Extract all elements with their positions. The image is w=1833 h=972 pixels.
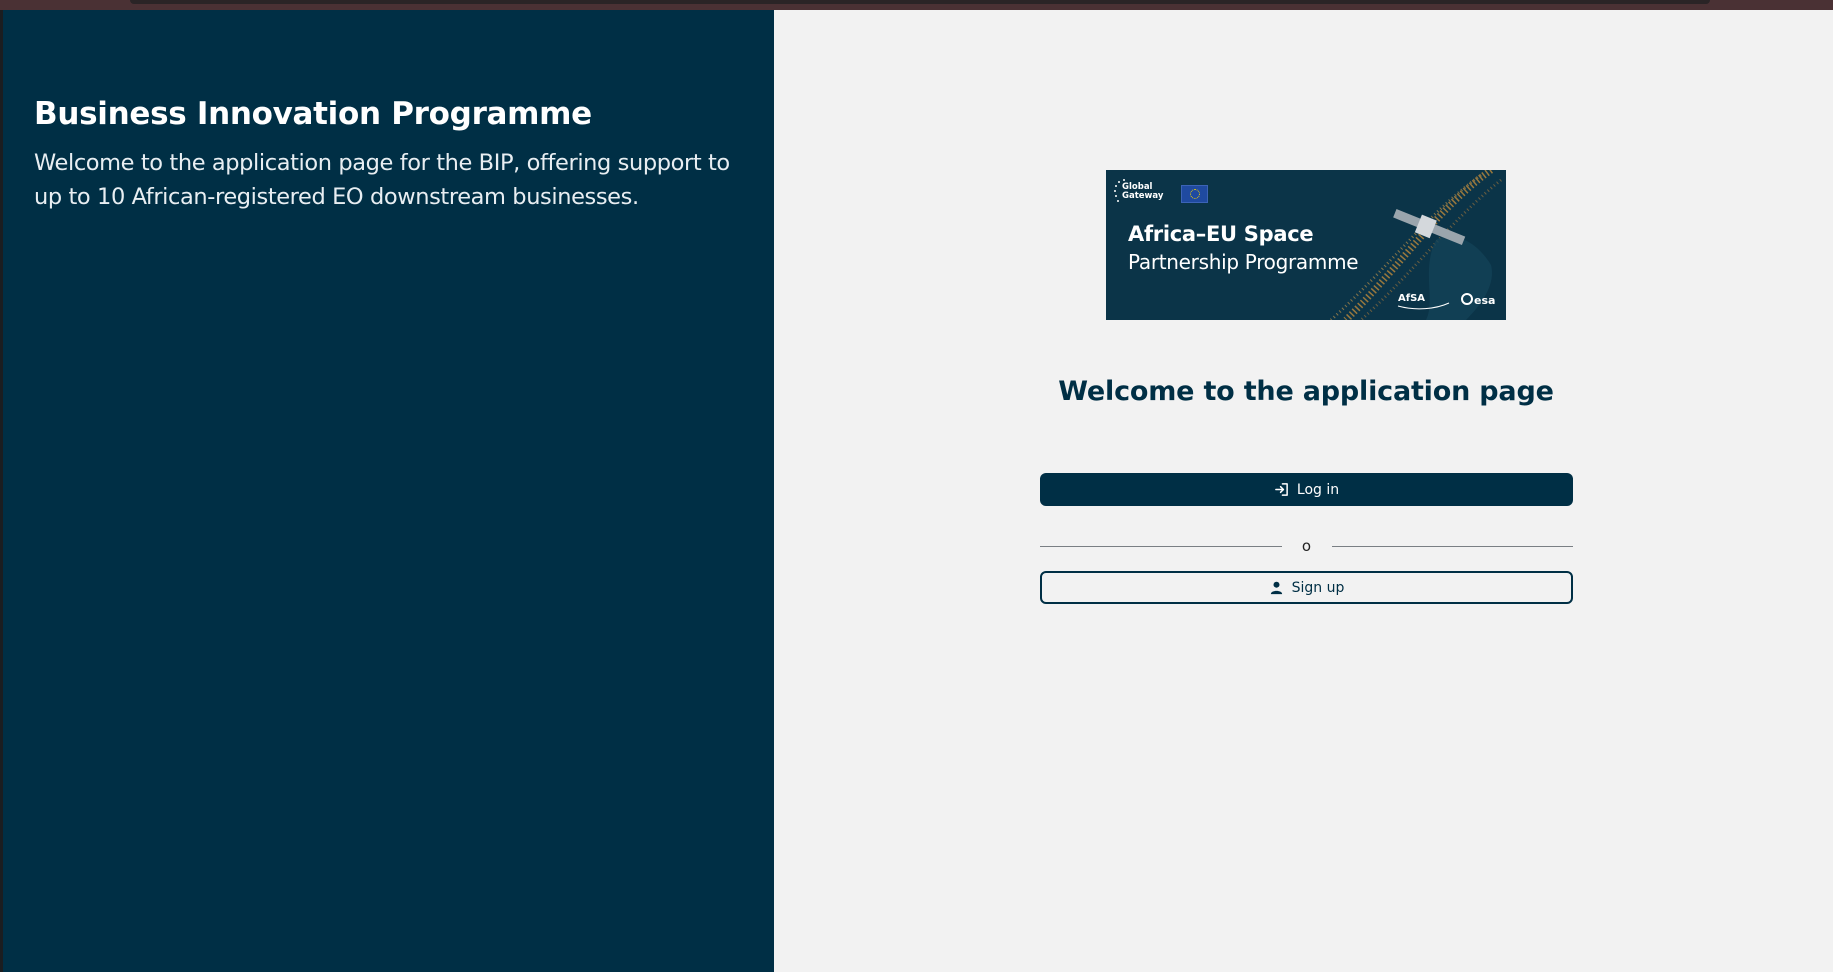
right-auth-panel: Global Gateway Africa–EU Space Partnersh…	[774, 10, 1833, 972]
global-gateway-logo: Global Gateway	[1122, 182, 1164, 201]
eu-flag-icon	[1181, 185, 1208, 203]
afsa-logo: AfSA	[1398, 293, 1426, 304]
programme-heading: Business Innovation Programme	[34, 96, 592, 132]
or-divider: o	[1040, 536, 1573, 556]
signup-button-label: Sign up	[1291, 579, 1345, 596]
person-icon	[1269, 580, 1284, 595]
divider-line-right	[1331, 545, 1573, 547]
left-info-panel: Business Innovation Programme Welcome to…	[3, 10, 774, 972]
window-top-edge	[0, 0, 1833, 10]
banner-title-line2: Partnership Programme	[1128, 250, 1359, 274]
welcome-title: Welcome to the application page	[1058, 376, 1554, 407]
login-button-label: Log in	[1296, 481, 1340, 498]
signup-button[interactable]: Sign up	[1040, 571, 1573, 604]
browser-bar-edge	[130, 0, 1710, 4]
programme-banner-image: Global Gateway Africa–EU Space Partnersh…	[1106, 170, 1506, 320]
login-arrow-icon	[1274, 482, 1289, 497]
divider-text: o	[1301, 537, 1312, 555]
banner-title-line1: Africa–EU Space	[1128, 222, 1314, 246]
programme-intro-text: Welcome to the application page for the …	[34, 150, 730, 210]
esa-logo: esa	[1461, 293, 1495, 307]
login-button[interactable]: Log in	[1040, 473, 1573, 506]
divider-line-left	[1040, 545, 1282, 547]
